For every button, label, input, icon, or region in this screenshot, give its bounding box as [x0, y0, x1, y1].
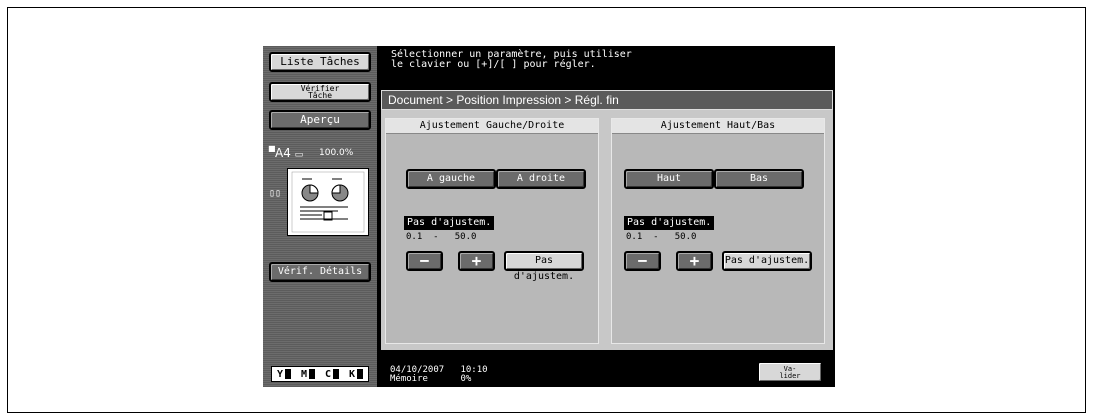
main-panel: Document > Position Impression > Régl. f… — [381, 90, 833, 350]
toner-m: M — [301, 368, 316, 380]
toner-bar — [285, 368, 292, 379]
step-adjust-button[interactable]: Pas d'ajustem. — [504, 251, 584, 282]
breadcrumb: Document > Position Impression > Régl. f… — [381, 90, 833, 110]
preview-header: ■ A4 ▭ 100.0% — [267, 144, 375, 162]
zoom-level: 100.0% — [319, 148, 354, 158]
horizontal-adjust-panel: Ajustement Gauche/Droite A gauche A droi… — [385, 118, 599, 344]
validate-button[interactable]: Va- lider — [757, 361, 823, 383]
step-label: Pas d'ajustem. — [624, 216, 715, 230]
plus-button[interactable]: + — [458, 251, 495, 271]
minus-button[interactable]: − — [624, 251, 661, 271]
toner-bar — [357, 368, 364, 379]
verify-job-button[interactable]: Vérifier Tâche — [269, 82, 371, 102]
step-range: 0.1 - 50.0 — [406, 232, 477, 242]
toner-bar — [333, 368, 340, 379]
toner-levels: Y M C K — [271, 366, 369, 382]
toner-bar — [309, 368, 316, 379]
memory-status: Mémoire 0% — [390, 374, 472, 384]
step-range: 0.1 - 50.0 — [626, 232, 697, 242]
toner-c: C — [325, 368, 340, 380]
left-panel: Liste Tâches Vérifier Tâche Aperçu ■ A4 … — [263, 46, 377, 387]
preview-button[interactable]: Aperçu — [269, 110, 371, 130]
left-button[interactable]: A gauche — [406, 169, 496, 189]
step-adjust-button[interactable]: Pas d'ajustem. — [722, 251, 812, 271]
verify-details-button[interactable]: Vérif. Détails — [269, 262, 371, 282]
down-button[interactable]: Bas — [714, 169, 804, 189]
step-label: Pas d'ajustem. — [404, 216, 495, 230]
up-button[interactable]: Haut — [624, 169, 714, 189]
page-preview-thumbnail — [287, 168, 369, 236]
paper-size: A4 ▭ — [275, 146, 304, 160]
right-button[interactable]: A droite — [496, 169, 586, 189]
vertical-adjust-panel: Ajustement Haut/Bas Haut Bas Pas d'ajust… — [611, 118, 825, 344]
minus-button[interactable]: − — [406, 251, 443, 271]
thumbnail-image-icon — [291, 171, 365, 233]
toner-y: Y — [277, 368, 292, 380]
instruction-message: Sélectionner un paramètre, puis utiliser… — [391, 49, 632, 70]
copies-icon: ▯▯ — [269, 188, 282, 199]
toner-k: K — [349, 368, 364, 380]
control-panel-screen: Liste Tâches Vérifier Tâche Aperçu ■ A4 … — [263, 46, 835, 387]
plus-button[interactable]: + — [676, 251, 713, 271]
panel-title: Ajustement Haut/Bas — [612, 119, 824, 134]
job-list-button[interactable]: Liste Tâches — [269, 52, 371, 72]
panel-title: Ajustement Gauche/Droite — [386, 119, 598, 134]
